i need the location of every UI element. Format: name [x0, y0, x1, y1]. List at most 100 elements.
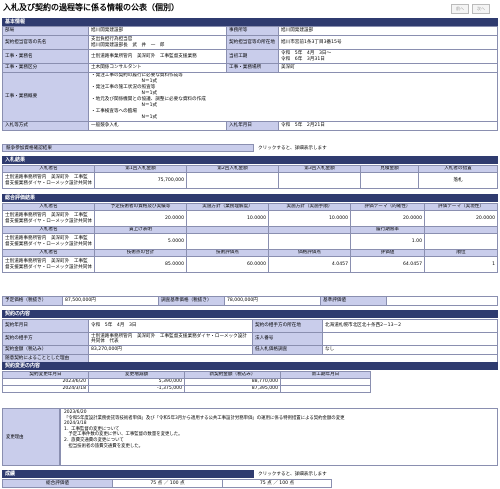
partner-addr-label: 契約の相手方の所在地	[252, 319, 323, 333]
eval1-col-b: 実施方針（業務理解度）	[186, 203, 269, 211]
eval3-c: 4.0457	[268, 256, 351, 273]
page-title: 入札及び契約の過程等に係る情報の公表（個別）	[3, 3, 179, 12]
qualification-results-button[interactable]: 競争参加資格確認結果	[2, 144, 254, 152]
change-spacer	[371, 372, 498, 379]
eval2-d: 1.00	[350, 233, 425, 250]
base-price-value: 78,000,000円	[224, 296, 321, 306]
change-col-new-period: 新工期年月日	[280, 371, 371, 379]
eval2-e	[424, 233, 498, 250]
change-reason-value: 2023/6/20 「令和5年度設計業務委託等技術者単価」及び「令和5年3月から…	[60, 408, 498, 466]
contract-amount-label: 契約金額（税込み）	[2, 345, 89, 355]
change1-new-amount: 88,770,000	[184, 378, 281, 386]
official-addr-value: 旭川市宮前1条3丁目3番15号	[278, 35, 498, 50]
eval1-col-c: 実施方針（実施手順）	[268, 203, 351, 211]
summary-value: ・発注工事の契約の履行に必要な資料作成等 N＝1式 ・発注工事の施工状況の照査等…	[88, 72, 498, 122]
bid-bidder: 士別道路事務所管内 美深町外 工事監督支援業務ダイヤ・ローメック設計共同体	[2, 172, 95, 189]
change-reason-label: 変更理由	[2, 408, 60, 466]
eval3-a: 85.0000	[94, 256, 187, 273]
eval2-col-a: 賃上げ表明	[94, 226, 187, 234]
eval1-col-bidder: 入札者名	[2, 203, 95, 211]
corp-number-value	[322, 332, 498, 346]
table-row: 2023/6/20 5,390,000 88,770,000	[2, 378, 498, 386]
eval2-col-c	[268, 226, 351, 234]
evaluation-table: 入札者名 予定技術者の資格及び実績等 実施方針（業務理解度） 実施方針（実施手順…	[2, 203, 498, 273]
changes-table: 契約変更年月日 変更増減額 新契約金額（税込み） 新工期年月日 2023/6/2…	[2, 371, 498, 393]
planned-price-value: 87,500,000円	[62, 296, 159, 306]
change-spacer	[371, 379, 498, 386]
contract-date-value: 令和 5年 4月 3日	[88, 319, 253, 333]
table-row: 士別道路事務所管内 美深町外 工事監督支援業務ダイヤ・ローメック設計共同体 20…	[2, 210, 498, 227]
place-label: 工事・業務場所	[226, 63, 279, 73]
period-value: 令和 5年 4月 3日～ 令和 6年 3月31日	[278, 49, 498, 64]
official-value: 支出負担行為担当官 旭川開発建設部長 武 井 一 郎	[88, 35, 227, 50]
eval3-col-a: 技術点の合計	[94, 249, 187, 257]
eval-base-label: 基準評価値	[320, 296, 387, 306]
price-table: 予定価格（税抜き） 87,500,000円 調査基準価格（税抜き） 78,000…	[2, 296, 498, 306]
change1-new-period	[280, 378, 371, 386]
bid-results-table: 入札者名 第1回入札金額 第2回入札金額 第3回入札金額 見積金額 入札者の措置…	[2, 165, 498, 189]
performance-score-1: 75 点 ／ 100 点	[112, 479, 223, 488]
performance-header: 成績	[2, 470, 254, 478]
eval1-c: 10.0000	[268, 210, 351, 227]
eval1-col-e: 評価テーマ（実現性）	[424, 203, 498, 211]
work-name-value: 士別道路事業所管内 美深町外 工事監督支援業務	[88, 49, 227, 64]
bid-col-round1: 第1回入札金額	[94, 165, 187, 173]
official-label: 契約担当官等の氏名	[2, 35, 89, 50]
period-label: 当初工期	[226, 49, 279, 64]
bid-date-value: 令和 5年 2月21日	[278, 121, 498, 131]
eval1-bidder: 士別道路事務所管内 美深町外 工事監督支援業務ダイヤ・ローメック設計共同体	[2, 210, 95, 227]
bid-action: 落札	[418, 172, 498, 189]
eval2-col-b	[186, 226, 269, 234]
eval2-col-d: 履行期限率	[350, 226, 425, 234]
changes-header: 契約変更の内容	[2, 362, 498, 370]
performance-col-total: 総合評価値	[2, 479, 113, 488]
eval1-b: 10.0000	[186, 210, 269, 227]
method-label: 入札等方式	[2, 121, 89, 131]
prev-button[interactable]: 前へ	[451, 4, 469, 14]
table-row: 士別道路事務所管内 美深町外 工事監督支援業務ダイヤ・ローメック設計共同体 75…	[2, 172, 498, 189]
eval1-e: 20.0000	[424, 210, 498, 227]
office-value: 旭川開発建設部	[278, 26, 498, 36]
performance-score-2: 75 点 ／ 100 点	[222, 479, 332, 488]
change2-new-period	[280, 385, 371, 393]
change1-delta: 5,390,000	[88, 378, 185, 386]
eval3-e: 1	[424, 256, 498, 273]
change2-new-amount: 87,395,000	[184, 385, 281, 393]
eval2-col-e	[424, 226, 498, 234]
table-row: 士別道路事務所管内 美深町外 工事監督支援業務ダイヤ・ローメック設計共同体 5.…	[2, 233, 498, 250]
partner-value: 士別道路事務所管内 美深町外 工事監督支援業務ダイヤ・ローメック設計共同体 代表	[88, 332, 253, 346]
low-bid-label: 低入札価格調査	[252, 345, 323, 355]
eval1-d: 20.0000	[350, 210, 425, 227]
table-row[interactable]: 総合評価値 75 点 ／ 100 点 75 点 ／ 100 点	[2, 479, 332, 488]
bid-estimate	[360, 172, 419, 189]
corp-number-label: 法人番号	[252, 332, 323, 346]
table-row: 士別道路事務所管内 美深町外 工事監督支援業務ダイヤ・ローメック設計共同体 85…	[2, 256, 498, 273]
performance-table: 総合評価値 75 点 ／ 100 点 75 点 ／ 100 点	[2, 479, 332, 488]
evaluation-header: 総合評価結果	[2, 194, 498, 202]
partner-label: 契約の相手方	[2, 332, 89, 346]
next-button[interactable]: 次へ	[472, 4, 490, 14]
basic-info-table: 部局 旭川開発建設部 事務所等 旭川開発建設部 契約担当官等の氏名 支出負担行為…	[2, 26, 498, 131]
eval1-a: 20.0000	[94, 210, 187, 227]
partner-addr-value: 北海道札幌市北区北十条西2－13－2	[322, 319, 498, 333]
contract-date-label: 契約年月日	[2, 319, 89, 333]
eval1-col-d: 評価テーマ（的確性）	[350, 203, 425, 211]
change-spacer	[371, 386, 498, 393]
eval3-col-b: 技術評価点	[186, 249, 269, 257]
change2-delta: -1,375,000	[88, 385, 185, 393]
category-value: 土木関係コンサルタント	[88, 63, 227, 73]
change-col-new-amount: 新契約金額（税込み）	[184, 371, 281, 379]
bid-col-round2: 第2回入札金額	[186, 165, 279, 173]
bid-col-bidder: 入札者名	[2, 165, 95, 173]
eval3-col-d: 評価値	[350, 249, 425, 257]
place-value: 美深町	[278, 63, 498, 73]
eval3-col-bidder: 入札者名	[2, 249, 95, 257]
eval1-col-a: 予定技術者の資格及び実績等	[94, 203, 187, 211]
dept-label: 部局	[2, 26, 89, 36]
eval2-col-bidder: 入札者名	[2, 226, 95, 234]
bid-date-label: 入札年月日	[226, 121, 279, 131]
qualification-note: クリックすると、詳細表示します	[258, 146, 327, 151]
work-name-label: 工事・業務名	[2, 49, 89, 64]
bid-col-round3: 第3回入札金額	[278, 165, 361, 173]
category-label: 工事・業務区分	[2, 63, 89, 73]
